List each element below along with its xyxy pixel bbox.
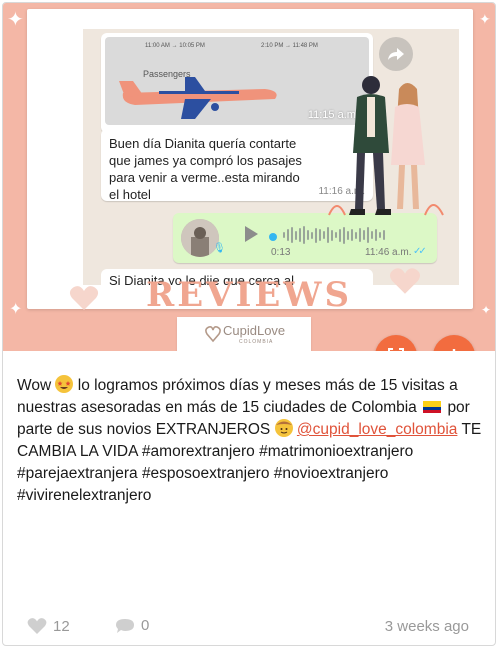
colombia-flag-icon [423,401,442,413]
sparkle-icon: ✦ [479,11,491,27]
download-button[interactable] [433,335,475,351]
download-icon [452,349,456,351]
waveform-bar [303,226,305,244]
waveform-bar [363,230,365,240]
waveform-bar [367,227,369,243]
expand-icon [388,348,404,351]
post-card: ✦ ✦ ✦ ✦ 11:00 AM → 10:05 PM 2:10 PM → 11… [2,2,496,646]
couple-illustration [328,76,444,216]
waveform-bar [371,231,373,239]
caption-text: Wow [17,377,52,394]
waveform-bar [339,228,341,242]
play-icon[interactable] [243,225,259,243]
forward-button[interactable] [379,37,413,71]
waveform-bar [323,231,325,239]
waveform-bar [343,226,345,244]
waveform-bar [335,232,337,238]
waveform-bar [299,228,301,242]
waveform-bar [331,229,333,241]
playhead[interactable] [269,233,277,241]
heart-icon [27,618,47,634]
logo-subtitle: COLOMBIA [239,339,274,345]
waveform-bar [311,231,313,239]
screenshot-frame: 11:00 AM → 10:05 PM 2:10 PM → 11:48 PM P… [27,9,473,309]
sparkle-icon: ✦ [7,9,24,31]
cupid-logo-icon [205,326,221,343]
voice-message-time: 11:46 a.m. [365,247,412,258]
mic-icon: 🎙 [213,243,226,254]
post-image[interactable]: ✦ ✦ ✦ ✦ 11:00 AM → 10:05 PM 2:10 PM → 11… [3,3,495,351]
waveform-bar [295,230,297,240]
waveform-bar [315,227,317,243]
waveform-bar [359,228,361,242]
comment-icon [116,618,134,633]
ticket-time-right: 2:10 PM → 11:48 PM [261,43,318,49]
caption-text: lo logramos próximos días y meses más de… [17,377,458,416]
waveform-bar [347,230,349,240]
waveform-bar [283,232,285,238]
star-struck-emoji-icon [55,375,74,393]
airplane-icon [119,77,277,119]
brand-logo: CupidLove COLOMBIA [177,317,311,351]
voice-waveform [283,225,403,245]
waveform-bar [383,230,385,240]
comment-count: 0 [141,617,150,634]
waveform-bar [307,230,309,240]
ticket-time-left: 11:00 AM → 10:05 PM [145,43,205,49]
waveform-bar [319,229,321,241]
waveform-bar [287,229,289,241]
waveform-bar [327,227,329,243]
voice-duration: 0:13 [271,247,291,258]
waveform-bar [379,232,381,238]
like-count: 12 [53,617,70,635]
voice-message-bubble: 🎙 0:13 11:46 a.m. ✓✓ [173,213,437,263]
waveform-bar [355,231,357,239]
post-timestamp: 3 weeks ago [384,618,469,635]
post-footer: 12 0 3 weeks ago [3,613,495,643]
read-ticks-icon: ✓✓ [413,246,427,257]
forward-icon [388,48,404,60]
post-caption: Wow lo logramos próximos días y meses má… [17,375,487,507]
comment-button[interactable]: 0 [115,617,149,634]
waveform-bar [291,227,293,243]
reviews-title: REVIEWS [145,275,353,315]
mention-link[interactable]: @cupid_love_colombia [297,421,458,438]
waveform-bar [375,229,377,241]
waveform-bar [351,229,353,241]
like-button[interactable]: 12 [27,617,70,635]
cowboy-emoji-icon [274,419,293,437]
expand-button[interactable] [375,335,417,351]
logo-name: CupidLove [223,323,286,338]
